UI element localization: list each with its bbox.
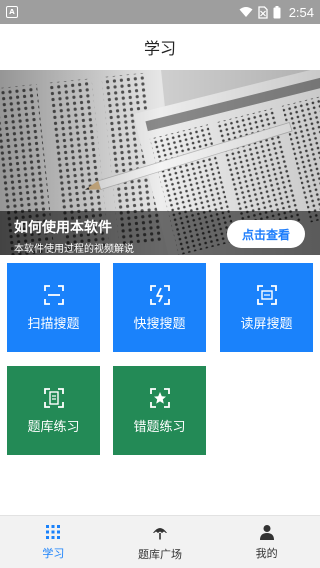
wrong-questions-icon <box>149 387 170 408</box>
question-bank-tile[interactable]: 题库练习 <box>7 366 100 455</box>
feature-grid: 扫描搜题 快搜搜题 读屏搜题 题库练习 错题练习 <box>0 255 320 515</box>
scan-search-tile[interactable]: 扫描搜题 <box>7 263 100 352</box>
screen-read-icon <box>256 284 277 305</box>
tile-label: 题库练习 <box>27 419 80 435</box>
view-tutorial-button[interactable]: 点击查看 <box>227 220 305 248</box>
no-sim-icon <box>258 5 268 19</box>
banner-subtitle: 本软件使用过程的视频解说 <box>14 244 134 255</box>
banner-title: 如何使用本软件 <box>14 220 112 236</box>
person-icon <box>259 524 274 540</box>
quick-search-tile[interactable]: 快搜搜题 <box>113 263 206 352</box>
tab-study[interactable]: 学习 <box>0 516 107 568</box>
page-title: 学习 <box>143 39 176 58</box>
wifi-icon <box>239 7 253 17</box>
hat-icon <box>153 527 167 539</box>
tile-label: 快搜搜题 <box>133 316 186 332</box>
bottom-tab-bar: 学习 题库广场 我的 <box>0 515 320 568</box>
scan-icon <box>43 284 64 305</box>
status-bar: A 2:54 <box>0 0 320 24</box>
quick-search-icon <box>149 284 170 305</box>
tile-label: 错题练习 <box>133 419 186 435</box>
app-notification-icon: A <box>6 6 18 18</box>
tab-label: 我的 <box>255 546 278 560</box>
top-app-bar: 学习 <box>0 24 320 70</box>
wrong-questions-tile[interactable]: 错题练习 <box>113 366 206 455</box>
question-bank-icon <box>43 387 64 408</box>
tile-label: 扫描搜题 <box>27 316 80 332</box>
screen-read-search-tile[interactable]: 读屏搜题 <box>220 263 313 352</box>
tab-mine[interactable]: 我的 <box>213 516 320 568</box>
tab-label: 学习 <box>42 546 65 560</box>
tab-question-bank-square[interactable]: 题库广场 <box>107 516 214 568</box>
battery-icon <box>273 5 281 18</box>
clock: 2:54 <box>288 4 314 20</box>
tab-label: 题库广场 <box>138 547 182 561</box>
grid-icon <box>46 524 61 539</box>
tile-label: 读屏搜题 <box>240 316 293 332</box>
tutorial-banner[interactable]: 如何使用本软件 本软件使用过程的视频解说 点击查看 <box>0 70 320 255</box>
